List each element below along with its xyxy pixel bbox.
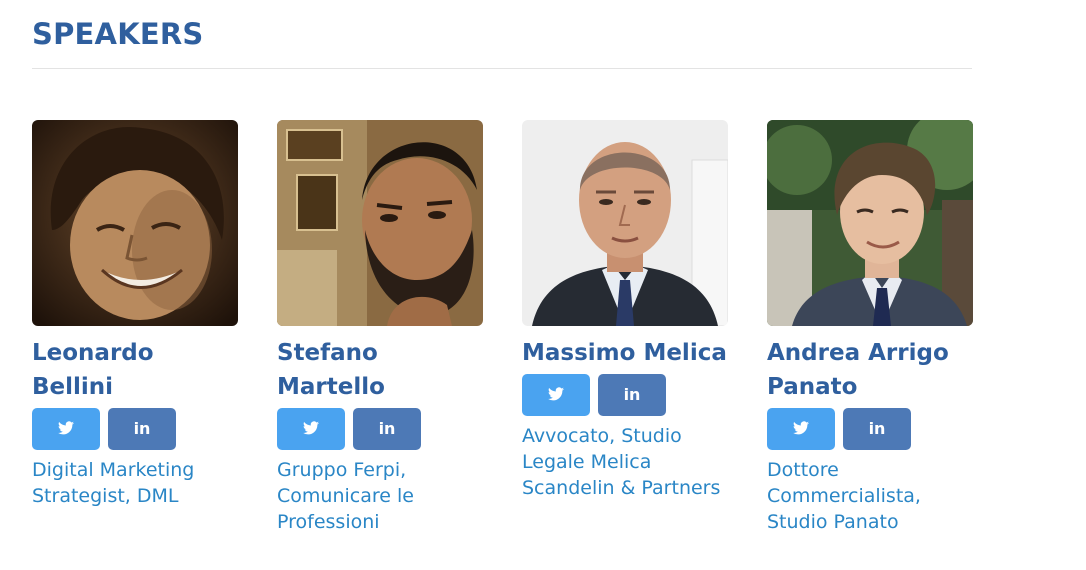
speaker-role[interactable]: Dottore Commercialista, Studio Panato bbox=[767, 457, 973, 535]
social-buttons: in bbox=[32, 408, 238, 450]
speaker-role[interactable]: Avvocato, Studio Legale Melica Scandelin… bbox=[522, 423, 728, 501]
section-divider bbox=[32, 68, 972, 69]
linkedin-icon: in bbox=[133, 419, 151, 438]
speaker-role[interactable]: Gruppo Ferpi, Comunicare le Professioni bbox=[277, 457, 483, 535]
twitter-icon bbox=[548, 386, 564, 405]
twitter-button[interactable] bbox=[767, 408, 835, 450]
linkedin-button[interactable]: in bbox=[353, 408, 421, 450]
speaker-name[interactable]: Massimo Melica bbox=[522, 336, 728, 370]
linkedin-button[interactable]: in bbox=[598, 374, 666, 416]
section-title: SPEAKERS bbox=[32, 17, 204, 51]
twitter-button[interactable] bbox=[522, 374, 590, 416]
speaker-name[interactable]: Andrea Arrigo Panato bbox=[767, 336, 973, 404]
speaker-photo[interactable] bbox=[32, 120, 238, 326]
speaker-name[interactable]: Stefano Martello bbox=[277, 336, 483, 404]
speaker-card: Leonardo Bellini in Digital Marketing St… bbox=[32, 120, 238, 509]
twitter-button[interactable] bbox=[32, 408, 100, 450]
speaker-photo[interactable] bbox=[767, 120, 973, 326]
twitter-icon bbox=[793, 420, 809, 439]
speaker-name[interactable]: Leonardo Bellini bbox=[32, 336, 238, 404]
linkedin-icon: in bbox=[623, 385, 641, 404]
speaker-card: Stefano Martello in Gruppo Ferpi, Comuni… bbox=[277, 120, 483, 535]
social-buttons: in bbox=[522, 374, 728, 416]
speaker-card: Massimo Melica in Avvocato, Studio Legal… bbox=[522, 120, 728, 501]
twitter-icon bbox=[303, 420, 319, 439]
linkedin-icon: in bbox=[378, 419, 396, 438]
speaker-photo[interactable] bbox=[277, 120, 483, 326]
speaker-card: Andrea Arrigo Panato in Dottore Commerci… bbox=[767, 120, 973, 535]
twitter-button[interactable] bbox=[277, 408, 345, 450]
social-buttons: in bbox=[277, 408, 483, 450]
speaker-photo[interactable] bbox=[522, 120, 728, 326]
linkedin-button[interactable]: in bbox=[843, 408, 911, 450]
speaker-role[interactable]: Digital Marketing Strategist, DML bbox=[32, 457, 238, 509]
twitter-icon bbox=[58, 420, 74, 439]
social-buttons: in bbox=[767, 408, 973, 450]
linkedin-button[interactable]: in bbox=[108, 408, 176, 450]
linkedin-icon: in bbox=[868, 419, 886, 438]
